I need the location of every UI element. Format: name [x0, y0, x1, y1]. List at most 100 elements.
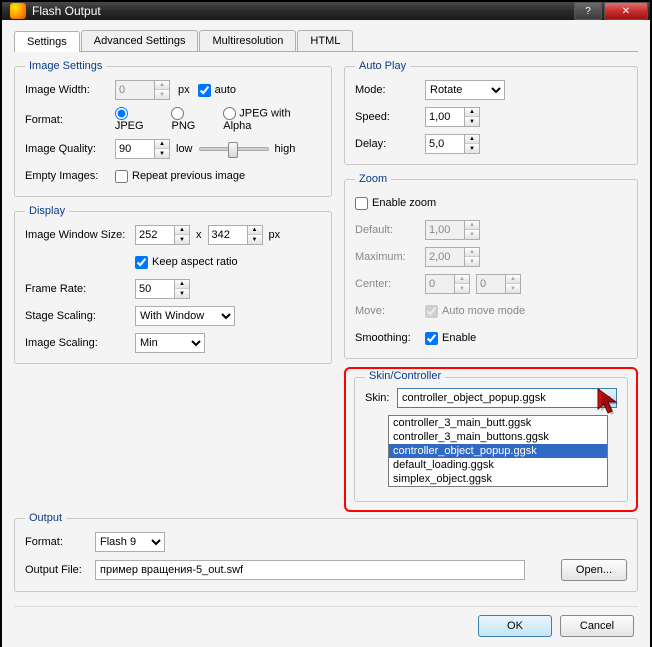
skin-label: Skin: [365, 392, 397, 404]
format-label: Format: [25, 114, 115, 126]
format-jpeg-alpha-radio[interactable] [223, 107, 236, 120]
window-width-input[interactable] [135, 225, 175, 245]
window-size-label: Image Window Size: [25, 229, 135, 241]
x-label: x [196, 229, 202, 241]
mode-select[interactable]: Rotate [425, 80, 505, 100]
high-label: high [275, 143, 296, 155]
repeat-previous-checkbox[interactable] [115, 170, 128, 183]
zoom-cy-input [476, 274, 506, 294]
zoom-default-spinner: ▲▼ [465, 220, 480, 240]
format-png-radio[interactable] [171, 107, 184, 120]
keep-aspect-checkbox[interactable] [135, 256, 148, 269]
delay-spinner[interactable]: ▲▼ [465, 134, 480, 154]
empty-images-label: Empty Images: [25, 170, 115, 182]
stage-scaling-label: Stage Scaling: [25, 310, 135, 322]
image-scaling-select[interactable]: Min [135, 333, 205, 353]
auto-move-label: Auto move mode [442, 305, 525, 317]
skin-dropdown-list[interactable]: controller_3_main_butt.ggsk controller_3… [388, 415, 608, 487]
zoom-group: Zoom Enable zoom Default: ▲▼ Maximum: [344, 173, 638, 359]
ok-button[interactable]: OK [478, 615, 552, 637]
low-label: low [176, 143, 193, 155]
cancel-button[interactable]: Cancel [560, 615, 634, 637]
px-label-2: px [269, 229, 281, 241]
stage-scaling-select[interactable]: With Window [135, 306, 235, 326]
auto-width-checkbox[interactable] [198, 84, 211, 97]
output-format-select[interactable]: Flash 9 [95, 532, 165, 552]
delay-label: Delay: [355, 138, 425, 150]
skin-option[interactable]: controller_3_main_butt.ggsk [389, 416, 607, 430]
enable-zoom-checkbox[interactable] [355, 197, 368, 210]
tab-advanced-settings[interactable]: Advanced Settings [81, 30, 199, 51]
auto-play-legend: Auto Play [355, 60, 410, 72]
window-height-spinner[interactable]: ▲▼ [248, 225, 263, 245]
image-settings-legend: Image Settings [25, 60, 106, 72]
zoom-move-label: Move: [355, 305, 425, 317]
zoom-legend: Zoom [355, 173, 391, 185]
tab-settings[interactable]: Settings [14, 31, 80, 52]
skin-combobox-button[interactable]: ▼ [599, 388, 617, 408]
close-button[interactable]: ✕ [604, 2, 648, 20]
skin-option[interactable]: controller_3_main_buttons.ggsk [389, 430, 607, 444]
tab-html[interactable]: HTML [297, 30, 353, 51]
image-width-label: Image Width: [25, 84, 115, 96]
image-settings-group: Image Settings Image Width: ▲▼ px auto F… [14, 60, 332, 197]
frame-rate-spinner[interactable]: ▲▼ [175, 279, 190, 299]
zoom-default-input [425, 220, 465, 240]
help-button[interactable]: ? [574, 2, 602, 20]
skin-option[interactable]: default_loading.ggsk [389, 458, 607, 472]
zoom-max-input [425, 247, 465, 267]
skin-option-selected[interactable]: controller_object_popup.ggsk [389, 444, 607, 458]
auto-label: auto [215, 84, 236, 96]
window-title: Flash Output [32, 4, 574, 18]
zoom-cy-spinner: ▲▼ [506, 274, 521, 294]
enable-zoom-label: Enable zoom [372, 197, 436, 209]
speed-spinner[interactable]: ▲▼ [465, 107, 480, 127]
zoom-cx-spinner: ▲▼ [455, 274, 470, 294]
format-jpeg-radio[interactable] [115, 107, 128, 120]
skin-legend: Skin/Controller [365, 370, 445, 382]
zoom-center-label: Center: [355, 278, 425, 290]
zoom-default-label: Default: [355, 224, 425, 236]
skin-controller-highlight: Skin/Controller Skin: ▼ controller_3_mai… [344, 367, 638, 512]
open-button[interactable]: Open... [561, 559, 627, 581]
auto-move-checkbox [425, 305, 438, 318]
app-icon [10, 3, 26, 19]
zoom-max-spinner: ▲▼ [465, 247, 480, 267]
smoothing-checkbox[interactable] [425, 332, 438, 345]
window-width-spinner[interactable]: ▲▼ [175, 225, 190, 245]
zoom-cx-input [425, 274, 455, 294]
tabstrip: Settings Advanced Settings Multiresoluti… [14, 30, 638, 52]
speed-label: Speed: [355, 111, 425, 123]
window-height-input[interactable] [208, 225, 248, 245]
skin-option[interactable]: simplex_object.ggsk [389, 472, 607, 486]
quality-slider[interactable] [199, 147, 269, 151]
output-format-label: Format: [25, 536, 95, 548]
frame-rate-input[interactable] [135, 279, 175, 299]
auto-play-group: Auto Play Mode: Rotate Speed: ▲▼ Delay: [344, 60, 638, 165]
quality-label: Image Quality: [25, 143, 115, 155]
output-file-label: Output File: [25, 564, 95, 576]
smoothing-label: Smoothing: [355, 332, 425, 344]
image-scaling-label: Image Scaling: [25, 337, 135, 349]
repeat-previous-label: Repeat previous image [132, 170, 245, 182]
output-file-input[interactable] [95, 560, 525, 580]
output-group: Output Format: Flash 9 Output File: Open… [14, 512, 638, 592]
output-legend: Output [25, 512, 66, 524]
delay-input[interactable] [425, 134, 465, 154]
quality-spinner[interactable]: ▲▼ [155, 139, 170, 159]
keep-aspect-label: Keep aspect ratio [152, 256, 238, 268]
tab-multiresolution[interactable]: Multiresolution [199, 30, 296, 51]
smoothing-enable-label: Enable [442, 332, 476, 344]
image-width-input[interactable] [115, 80, 155, 100]
titlebar: Flash Output ? ✕ [2, 2, 650, 20]
skin-combobox-input[interactable] [397, 388, 599, 408]
zoom-max-label: Maximum: [355, 251, 425, 263]
image-width-spinner: ▲▼ [155, 80, 170, 100]
frame-rate-label: Frame Rate: [25, 283, 135, 295]
display-legend: Display [25, 205, 69, 217]
speed-input[interactable] [425, 107, 465, 127]
px-label: px [178, 84, 190, 96]
quality-input[interactable] [115, 139, 155, 159]
mode-label: Mode: [355, 84, 425, 96]
display-group: Display Image Window Size: ▲▼ x ▲▼ px [14, 205, 332, 364]
